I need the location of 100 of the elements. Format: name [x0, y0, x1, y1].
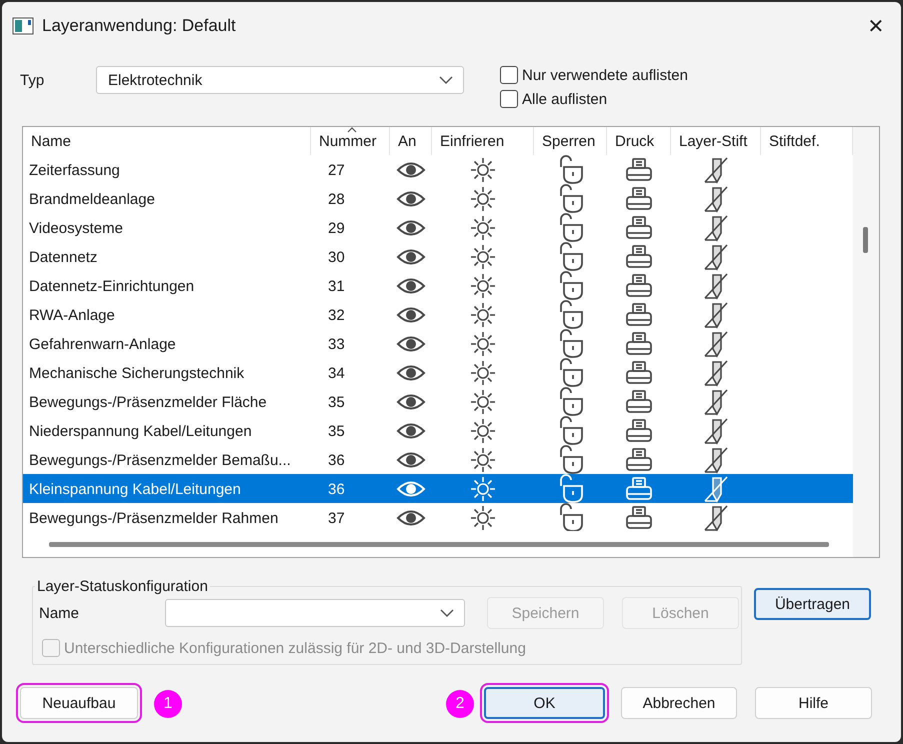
printer-icon[interactable]	[625, 273, 653, 299]
crossed-pen-icon[interactable]	[703, 504, 729, 532]
table-row[interactable]: Videosysteme 29	[23, 213, 853, 242]
checkbox[interactable]	[500, 90, 518, 108]
table-row[interactable]: Mechanische Sicherungstechnik 34	[23, 358, 853, 387]
printer-icon[interactable]	[625, 505, 653, 531]
dropdown-caret-icon[interactable]	[439, 76, 453, 84]
sun-icon[interactable]	[470, 476, 496, 502]
sun-icon[interactable]	[470, 273, 496, 299]
printer-icon[interactable]	[625, 244, 653, 270]
eye-icon[interactable]	[396, 190, 426, 208]
layer-name: Zeiterfassung	[28, 160, 121, 180]
number-badge: 1	[154, 690, 182, 718]
crossed-pen-icon[interactable]	[703, 388, 729, 416]
dropdown-caret-icon[interactable]	[440, 609, 454, 617]
layer-number: 27	[327, 160, 346, 180]
printer-icon[interactable]	[625, 418, 653, 444]
checkbox-label: Alle auflisten	[522, 90, 608, 108]
eye-icon[interactable]	[396, 161, 426, 179]
layer-name: Bewegungs-/Präsenzmelder Rahmen	[28, 508, 280, 528]
eye-icon[interactable]	[396, 277, 426, 295]
dropdown-value: Elektrotechnik	[108, 72, 202, 88]
table-row[interactable]: Bewegungs-/Präsenzmelder Fläche 35	[23, 387, 853, 416]
table-row[interactable]: Niederspannung Kabel/Leitungen 35	[23, 416, 853, 445]
table-row[interactable]: RWA-Anlage 32	[23, 300, 853, 329]
dialog-button[interactable]: Hilfe	[755, 687, 872, 719]
crossed-pen-icon[interactable]	[703, 301, 729, 329]
crossed-pen-icon[interactable]	[703, 243, 729, 271]
printer-icon[interactable]	[625, 447, 653, 473]
printer-icon[interactable]	[625, 186, 653, 212]
crossed-pen-icon[interactable]	[703, 330, 729, 358]
sun-icon[interactable]	[470, 244, 496, 270]
app-window-icon	[12, 17, 34, 35]
column-header[interactable]: Name	[23, 127, 311, 155]
table-row[interactable]: Bewegungs-/Präsenzmelder Bemaßu... 36	[23, 445, 853, 474]
sun-icon[interactable]	[470, 215, 496, 241]
type-dropdown[interactable]: Elektrotechnik	[96, 66, 464, 94]
column-header[interactable]: Einfrieren	[432, 127, 534, 155]
table-row[interactable]: Bewegungs-/Präsenzmelder Rahmen 37	[23, 503, 853, 532]
column-header[interactable]: Nummer	[311, 127, 390, 155]
printer-icon[interactable]	[625, 157, 653, 183]
sun-icon[interactable]	[470, 505, 496, 531]
dialog-button[interactable]: Abbrechen	[621, 687, 737, 719]
column-header[interactable]: Layer-Stift	[671, 127, 761, 155]
sun-icon[interactable]	[470, 331, 496, 357]
eye-icon[interactable]	[396, 364, 426, 382]
column-header[interactable]: An	[390, 127, 432, 155]
close-icon[interactable]: ✕	[851, 14, 901, 38]
layer-name: Gefahrenwarn-Anlage	[28, 334, 177, 354]
sun-icon[interactable]	[470, 157, 496, 183]
type-label: Typ	[20, 71, 46, 89]
table-row[interactable]: Kleinspannung Kabel/Leitungen 36	[23, 474, 853, 503]
crossed-pen-icon[interactable]	[703, 156, 729, 184]
layer-number: 31	[327, 276, 346, 296]
printer-icon[interactable]	[625, 215, 653, 241]
table-row[interactable]: Datennetz 30	[23, 242, 853, 271]
layer-number: 34	[327, 364, 346, 384]
crossed-pen-icon[interactable]	[703, 359, 729, 387]
table-row[interactable]: Brandmeldeanlage 28	[23, 184, 853, 213]
name-label: Name	[39, 604, 80, 622]
sun-icon[interactable]	[470, 389, 496, 415]
sun-icon[interactable]	[470, 186, 496, 212]
eye-icon[interactable]	[396, 306, 426, 324]
table-row[interactable]: Gefahrenwarn-Anlage 33	[23, 329, 853, 358]
eye-icon[interactable]	[396, 393, 426, 411]
sun-icon[interactable]	[470, 447, 496, 473]
layer-name: Bewegungs-/Präsenzmelder Bemaßu...	[28, 450, 292, 470]
layer-name: Brandmeldeanlage	[28, 190, 156, 210]
crossed-pen-icon[interactable]	[703, 185, 729, 213]
eye-icon[interactable]	[396, 422, 426, 440]
eye-icon[interactable]	[396, 335, 426, 353]
crossed-pen-icon[interactable]	[703, 417, 729, 445]
window-title: Layeranwendung: Default	[42, 16, 237, 36]
table-row[interactable]: Datennetz-Einrichtungen 31	[23, 271, 853, 300]
vertical-scrollbar[interactable]	[853, 127, 879, 557]
eye-icon[interactable]	[396, 451, 426, 469]
eye-icon[interactable]	[396, 509, 426, 527]
printer-icon[interactable]	[625, 476, 653, 502]
eye-icon[interactable]	[396, 248, 426, 266]
layer-number: 35	[327, 392, 346, 412]
sun-icon[interactable]	[470, 302, 496, 328]
crossed-pen-icon[interactable]	[703, 446, 729, 474]
printer-icon[interactable]	[625, 302, 653, 328]
dialog-button[interactable]: Übertragen	[754, 588, 871, 620]
printer-icon[interactable]	[625, 389, 653, 415]
sun-icon[interactable]	[470, 418, 496, 444]
table-row[interactable]: Zeiterfassung 27	[23, 155, 853, 184]
sun-icon[interactable]	[470, 360, 496, 386]
crossed-pen-icon[interactable]	[703, 214, 729, 242]
printer-icon[interactable]	[625, 360, 653, 386]
layer-name: Niederspannung Kabel/Leitungen	[28, 422, 253, 442]
eye-icon[interactable]	[396, 219, 426, 237]
crossed-pen-icon[interactable]	[703, 272, 729, 300]
layer-number: 35	[327, 422, 346, 442]
column-header[interactable]: Sperren	[534, 127, 607, 155]
column-header[interactable]: Druck	[607, 127, 671, 155]
checkbox[interactable]	[500, 66, 518, 84]
layer-name: Datennetz	[28, 248, 98, 268]
printer-icon[interactable]	[625, 331, 653, 357]
layer-number: 32	[327, 306, 346, 326]
